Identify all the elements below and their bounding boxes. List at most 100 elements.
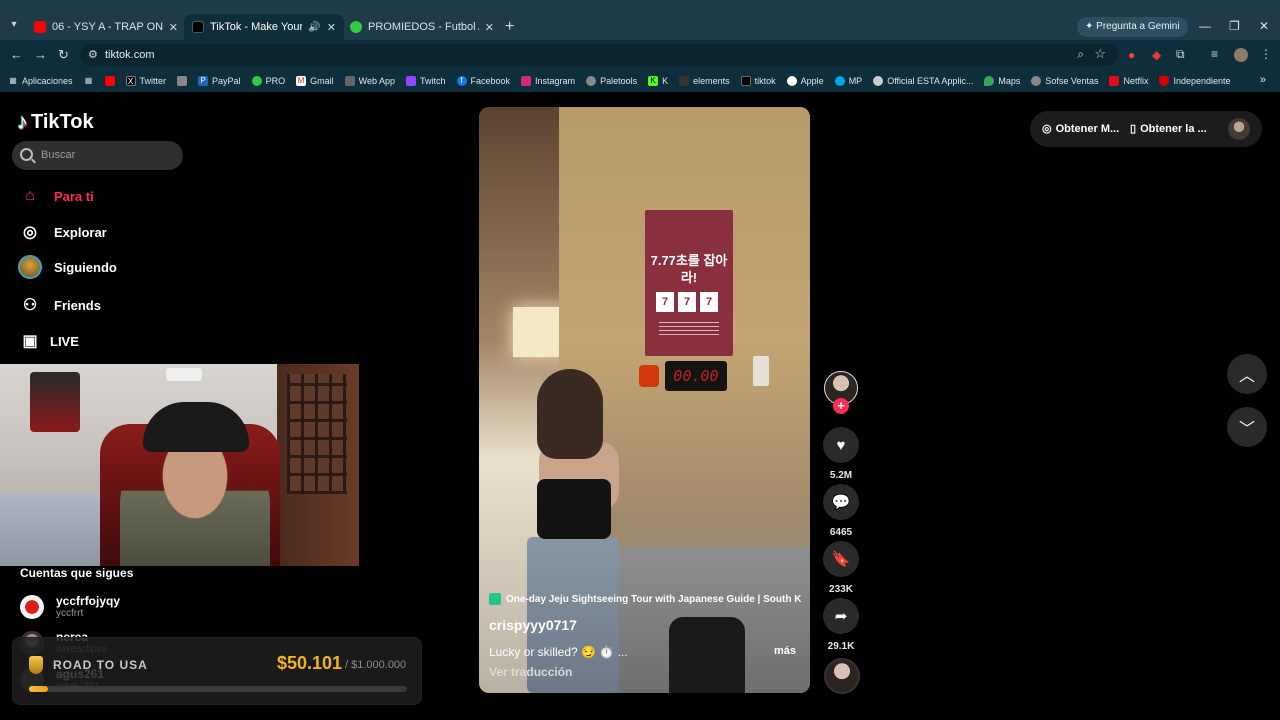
bookmark-netflix[interactable]: Netflix	[1109, 76, 1148, 86]
minimize-button[interactable]: —	[1199, 19, 1211, 33]
reload-icon[interactable]: ↻	[58, 47, 69, 63]
nav-label: Friends	[54, 297, 101, 313]
kick-icon: K	[648, 76, 659, 86]
close-tab-icon[interactable]: ✕	[327, 21, 336, 34]
menu-kebab-icon[interactable]: ⋮	[1260, 47, 1272, 61]
extension-red-icon[interactable]: ●	[1128, 48, 1135, 62]
tiktok-page: ♪ TikTok Buscar ⌂ Para ti ◎ Explorar Sig…	[0, 92, 1280, 720]
site-icon	[177, 76, 188, 86]
share-arrow-icon: ➦	[823, 598, 859, 634]
follow-plus-icon[interactable]: +	[833, 398, 849, 414]
translate-button[interactable]: Ver traducción	[489, 665, 572, 679]
tab-tiktok[interactable]: TikTok - Make Your Day 🔊 ✕	[184, 14, 344, 40]
comment-button[interactable]: 💬 6465	[822, 484, 860, 538]
search-input[interactable]: Buscar	[12, 141, 183, 170]
tab-youtube[interactable]: 06 - YSY A - TRAP ON THE ROC ✕	[26, 14, 186, 40]
bookmark-apps[interactable]: ▦ Aplicaciones	[8, 76, 72, 86]
bookmark-esta[interactable]: Official ESTA Applic...	[873, 76, 973, 86]
bookmark-label: Official ESTA Applic...	[887, 76, 974, 86]
bookmark-twitter[interactable]: X Twitter	[125, 76, 166, 86]
bookmark-generic[interactable]	[177, 76, 188, 86]
tiktok-logo[interactable]: ♪ TikTok	[17, 109, 94, 135]
url-text[interactable]: tiktok.com	[105, 49, 155, 61]
bookmark-maps[interactable]: Maps	[984, 76, 1020, 86]
bookmark-label: Independiente	[1173, 76, 1231, 86]
bookmark-pro[interactable]: PRO	[251, 76, 285, 86]
speaker-icon[interactable]: 🔊	[308, 22, 320, 33]
share-button[interactable]: ➦ 29.1K	[822, 598, 860, 652]
bookmark-independiente[interactable]: Independiente	[1159, 76, 1231, 86]
youtube-icon	[104, 76, 115, 86]
nav-explorar[interactable]: ◎ Explorar	[20, 222, 107, 242]
bookmark-label: elements	[693, 76, 730, 86]
globe-icon	[586, 76, 597, 86]
bookmarks-overflow-icon[interactable]: »	[1260, 74, 1266, 86]
close-tab-icon[interactable]: ✕	[169, 21, 178, 34]
top-right-actions: ◎ Obtener M... ▯ Obtener la ...	[1030, 111, 1262, 147]
nav-para-ti[interactable]: ⌂ Para ti	[20, 186, 94, 206]
save-button[interactable]: 🔖 233K	[822, 541, 860, 595]
bookmark-apple[interactable]: Apple	[786, 76, 824, 86]
bookmark-instagram[interactable]: Instagram	[521, 76, 575, 86]
get-desktop-app-button[interactable]: ▯ Obtener la ...	[1130, 122, 1207, 136]
back-icon[interactable]: ←	[10, 47, 23, 62]
save-count: 233K	[829, 584, 853, 595]
bookmark-tiktok[interactable]: tiktok	[740, 76, 776, 86]
bookmark-elements[interactable]: elements	[679, 76, 730, 86]
bookmark-sofse[interactable]: Sofse Ventas	[1031, 76, 1098, 86]
extension-shield-icon[interactable]: ◆	[1152, 48, 1161, 62]
gemini-button[interactable]: ✦ Pregunta a Gemini	[1077, 17, 1188, 37]
tab-promiedos[interactable]: PROMIEDOS - Futbol Argentino ✕	[342, 14, 502, 40]
bookmarks-bar: ▦ Aplicaciones ▦ X Twitter P PayPal PRO M Gm…	[0, 70, 1280, 92]
person-top	[537, 479, 611, 539]
bookmark-grid[interactable]: ▦	[84, 76, 94, 86]
video-author[interactable]: crispyyy0717	[489, 617, 577, 633]
profile-avatar[interactable]	[1228, 118, 1250, 140]
bookmark-gmail[interactable]: M Gmail	[296, 76, 334, 86]
get-app-button[interactable]: ◎ Obtener M...	[1042, 122, 1119, 136]
video-player[interactable]: 7.77초를 잡아라! 7 7 7 00.00 One-day Jeju Sig…	[479, 107, 810, 693]
address-bar[interactable]: ⚙ tiktok.com ⌕ ☆	[80, 44, 1118, 66]
bookmark-youtube[interactable]	[104, 76, 115, 86]
chevron-up-icon: ︿	[1238, 368, 1255, 385]
previous-video-button[interactable]: ︿	[1227, 354, 1267, 394]
bookmark-paletools[interactable]: Paletools	[586, 76, 637, 86]
bookmark-k[interactable]: KK	[648, 76, 668, 86]
new-tab-button[interactable]: +	[505, 18, 514, 36]
seal-icon	[873, 76, 884, 86]
facebook-icon: f	[456, 76, 467, 86]
music-disc-avatar[interactable]	[824, 658, 860, 694]
tab-search-icon[interactable]: ▾	[6, 17, 22, 33]
profile-avatar[interactable]	[1234, 48, 1248, 62]
close-window-button[interactable]: ✕	[1259, 19, 1269, 33]
close-tab-icon[interactable]: ✕	[485, 21, 494, 34]
next-video-button[interactable]: ﹀	[1227, 407, 1267, 447]
nav-live[interactable]: ▣ LIVE	[20, 331, 78, 351]
forward-icon[interactable]: →	[34, 47, 47, 62]
maximize-button[interactable]: ❐	[1229, 19, 1240, 33]
media-controls-icon[interactable]: ≡	[1211, 47, 1218, 61]
elements-icon	[679, 76, 690, 86]
like-button[interactable]: ♥ 5.2M	[822, 427, 860, 481]
road-to-usa-widget: ROAD TO USA $50.101 / $1.000.000	[12, 637, 422, 705]
bookmark-label: K	[662, 76, 669, 86]
site-info-icon[interactable]: ⚙	[88, 48, 98, 61]
bookmark-facebook[interactable]: f Facebook	[456, 76, 510, 86]
bookmark-mp[interactable]: MP	[834, 76, 862, 86]
video-anchor-tag[interactable]: One-day Jeju Sightseeing Tour with Japan…	[489, 591, 801, 607]
nav-friends[interactable]: ⚇ Friends	[20, 295, 101, 315]
cam-shelf	[30, 372, 80, 432]
cam-streamer	[120, 434, 270, 566]
like-count: 5.2M	[829, 470, 853, 481]
maps-pin-icon	[984, 76, 995, 86]
caption-more-button[interactable]: más	[774, 645, 796, 657]
bookmark-star-icon[interactable]: ☆	[1094, 46, 1106, 62]
bookmark-twitch[interactable]: Twitch	[405, 76, 446, 86]
followed-account[interactable]: yccfrfojyqy yccfrrt	[20, 594, 120, 619]
bookmark-webapp[interactable]: Web App	[344, 76, 395, 86]
zoom-icon[interactable]: ⌕	[1077, 47, 1084, 62]
comment-icon: 💬	[823, 484, 859, 520]
bookmark-paypal[interactable]: P PayPal	[198, 76, 241, 86]
nav-siguiendo[interactable]: Siguiendo	[18, 255, 117, 279]
extensions-puzzle-icon[interactable]: ⧉	[1176, 47, 1185, 62]
